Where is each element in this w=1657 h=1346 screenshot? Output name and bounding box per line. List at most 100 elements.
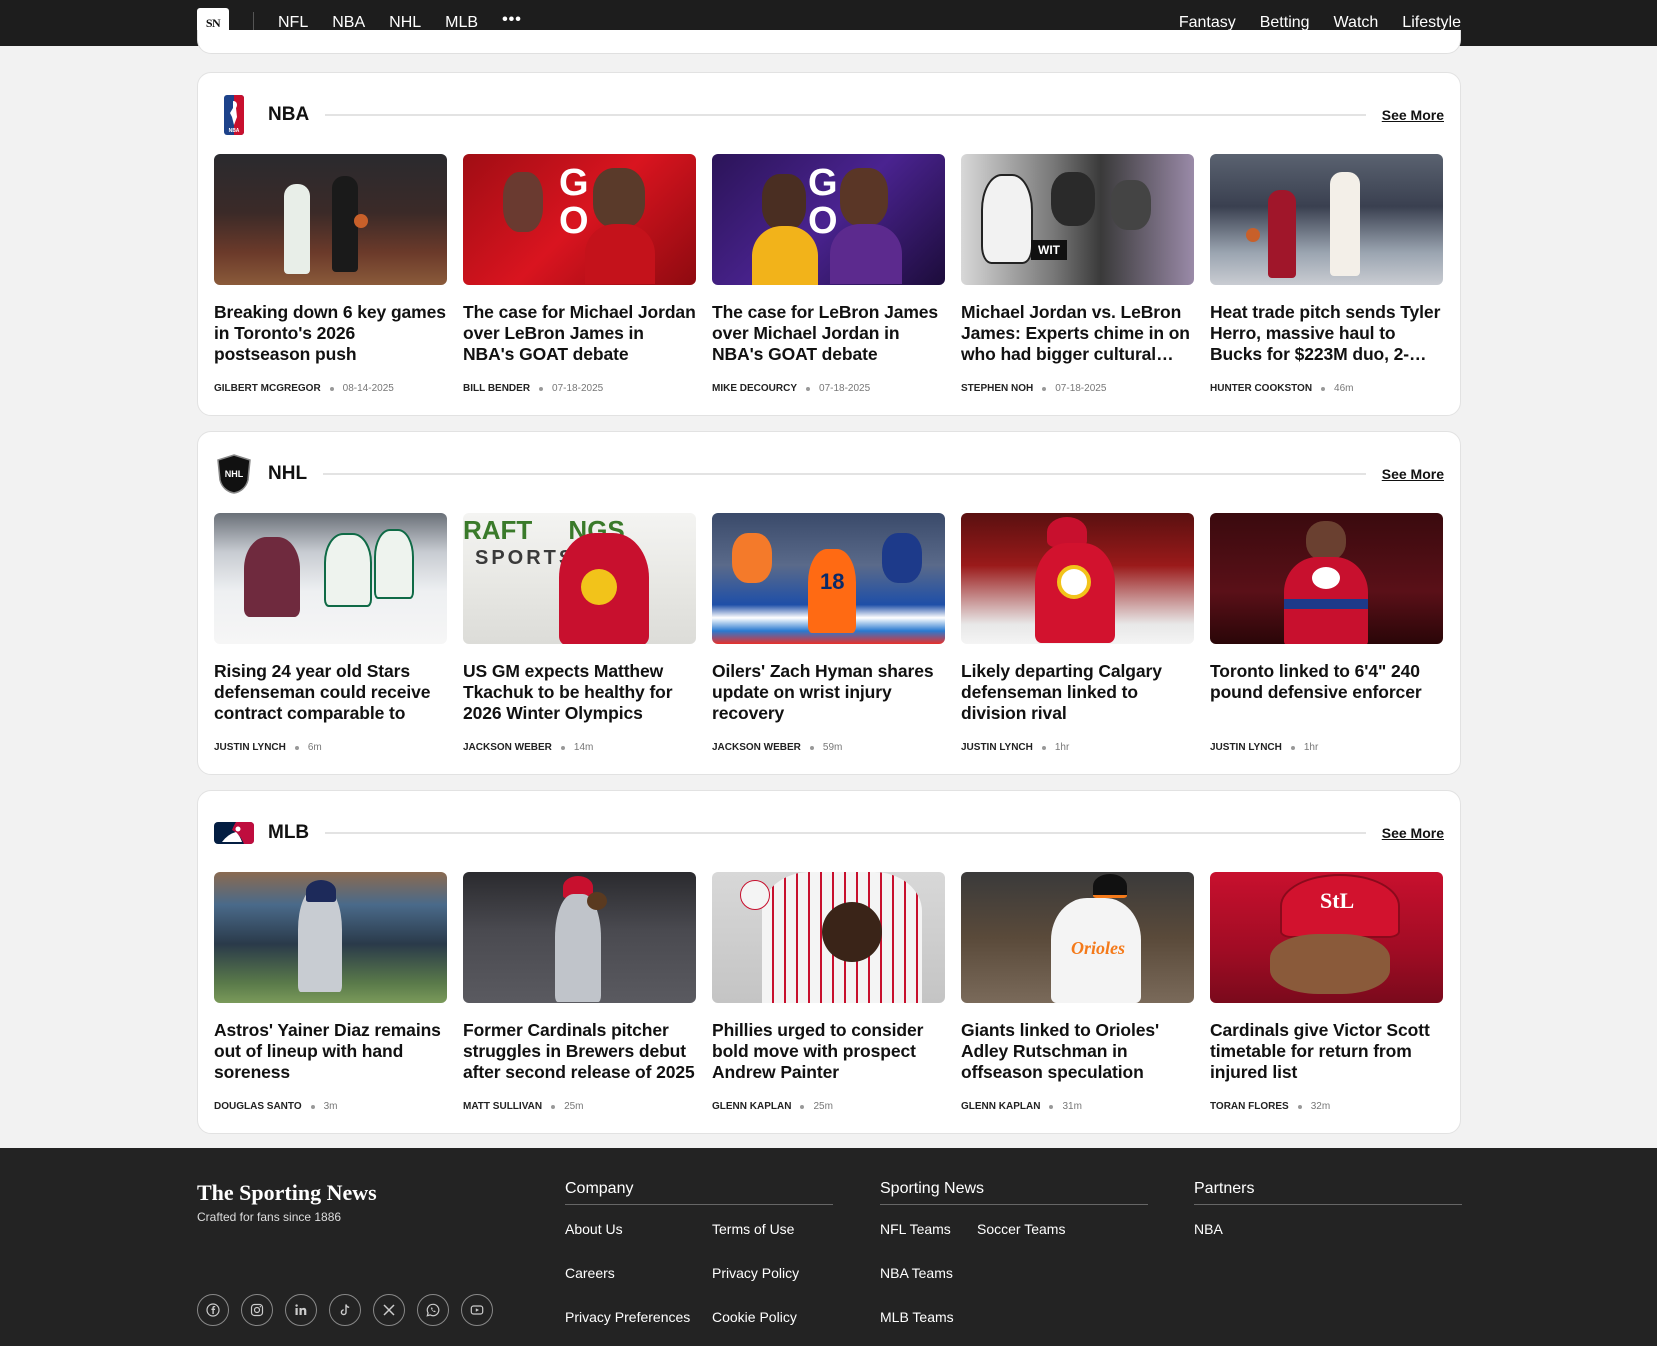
article-author[interactable]: JUSTIN LYNCH bbox=[961, 742, 1033, 753]
article-card[interactable]: Breaking down 6 key games in Toronto's 2… bbox=[214, 154, 447, 394]
article-time: 14m bbox=[573, 742, 594, 753]
article-thumbnail[interactable] bbox=[1210, 513, 1443, 644]
footer-link-nfl-teams[interactable]: NFL Teams bbox=[880, 1221, 951, 1237]
article-author[interactable]: JACKSON WEBER bbox=[712, 742, 801, 753]
article-thumbnail[interactable] bbox=[214, 513, 447, 644]
article-meta: JUSTIN LYNCH 6m bbox=[214, 742, 447, 753]
article-list: Rising 24 year old Stars defenseman coul… bbox=[214, 513, 1443, 753]
footer-link-soccer-teams[interactable]: Soccer Teams bbox=[977, 1221, 1065, 1237]
facebook-icon[interactable] bbox=[197, 1294, 229, 1326]
tiktok-icon[interactable] bbox=[329, 1294, 361, 1326]
article-card[interactable]: Phillies urged to consider bold move wit… bbox=[712, 872, 945, 1112]
article-author[interactable]: JACKSON WEBER bbox=[463, 742, 552, 753]
article-author[interactable]: TORAN FLORES bbox=[1210, 1101, 1289, 1112]
footer-tagline: Crafted for fans since 1886 bbox=[197, 1210, 342, 1224]
see-more-link[interactable]: See More bbox=[1382, 825, 1444, 841]
nhl-section: NHL NHL See More Rising 24 year old Star… bbox=[197, 431, 1461, 775]
instagram-icon[interactable] bbox=[241, 1294, 273, 1326]
article-author[interactable]: MATT SULLIVAN bbox=[463, 1101, 542, 1112]
article-thumbnail[interactable]: GO bbox=[463, 154, 696, 285]
article-thumbnail[interactable] bbox=[214, 872, 447, 1003]
footer-link-privacy-policy[interactable]: Privacy Policy bbox=[712, 1265, 799, 1281]
article-card[interactable]: GO The case for LeBron James over Michae… bbox=[712, 154, 945, 394]
article-title[interactable]: The case for LeBron James over Michael J… bbox=[712, 302, 945, 365]
article-card[interactable]: Likely departing Calgary defenseman link… bbox=[961, 513, 1194, 753]
article-author[interactable]: GLENN KAPLAN bbox=[712, 1101, 791, 1112]
article-card[interactable]: 18 Oilers' Zach Hyman shares update on w… bbox=[712, 513, 945, 753]
article-title[interactable]: Michael Jordan vs. LeBron James: Experts… bbox=[961, 302, 1194, 365]
footer-link-nba-teams[interactable]: NBA Teams bbox=[880, 1265, 953, 1281]
article-title[interactable]: Toronto linked to 6'4" 240 pound defensi… bbox=[1210, 661, 1443, 724]
article-author[interactable]: GLENN KAPLAN bbox=[961, 1101, 1040, 1112]
article-thumbnail[interactable]: RAFT NGS SPORTS bbox=[463, 513, 696, 644]
footer-link-privacy-preferences[interactable]: Privacy Preferences bbox=[565, 1309, 690, 1325]
article-meta: GILBERT MCGREGOR 08-14-2025 bbox=[214, 383, 447, 394]
meta-separator bbox=[1042, 386, 1047, 391]
article-card[interactable]: Rising 24 year old Stars defenseman coul… bbox=[214, 513, 447, 753]
article-time: 25m bbox=[813, 1101, 833, 1112]
article-author[interactable]: GILBERT MCGREGOR bbox=[214, 383, 321, 394]
article-thumbnail[interactable] bbox=[463, 872, 696, 1003]
article-author[interactable]: JUSTIN LYNCH bbox=[214, 742, 286, 753]
article-title[interactable]: Oilers' Zach Hyman shares update on wris… bbox=[712, 661, 945, 724]
x-icon[interactable] bbox=[373, 1294, 405, 1326]
article-title[interactable]: Phillies urged to consider bold move wit… bbox=[712, 1020, 945, 1083]
article-thumbnail[interactable]: StL bbox=[1210, 872, 1443, 1003]
article-card[interactable]: StL Cardinals give Victor Scott timetabl… bbox=[1210, 872, 1443, 1112]
footer-link-mlb-teams[interactable]: MLB Teams bbox=[880, 1309, 954, 1325]
footer-link-careers[interactable]: Careers bbox=[565, 1265, 615, 1281]
footer-link-about-us[interactable]: About Us bbox=[565, 1221, 623, 1237]
article-author[interactable]: HUNTER COOKSTON bbox=[1210, 383, 1312, 394]
article-title[interactable]: Rising 24 year old Stars defenseman coul… bbox=[214, 661, 447, 724]
meta-separator bbox=[539, 386, 544, 391]
footer-link-terms-of-use[interactable]: Terms of Use bbox=[712, 1221, 794, 1237]
article-title[interactable]: Likely departing Calgary defenseman link… bbox=[961, 661, 1194, 724]
article-card[interactable]: WIT Michael Jordan vs. LeBron James: Exp… bbox=[961, 154, 1194, 394]
article-thumbnail[interactable] bbox=[961, 513, 1194, 644]
article-title[interactable]: Giants linked to Orioles' Adley Rutschma… bbox=[961, 1020, 1194, 1083]
mlb-logo-icon bbox=[214, 811, 254, 855]
article-card[interactable]: Astros' Yainer Diaz remains out of lineu… bbox=[214, 872, 447, 1112]
article-thumbnail[interactable] bbox=[214, 154, 447, 285]
article-card[interactable]: Heat trade pitch sends Tyler Herro, mass… bbox=[1210, 154, 1443, 394]
article-card[interactable]: Former Cardinals pitcher struggles in Br… bbox=[463, 872, 696, 1112]
footer-link-cookie-policy[interactable]: Cookie Policy bbox=[712, 1309, 797, 1325]
article-title[interactable]: Astros' Yainer Diaz remains out of lineu… bbox=[214, 1020, 447, 1083]
see-more-link[interactable]: See More bbox=[1382, 107, 1444, 123]
article-title[interactable]: Former Cardinals pitcher struggles in Br… bbox=[463, 1020, 696, 1083]
article-meta: JACKSON WEBER 14m bbox=[463, 742, 696, 753]
mlb-section: MLB See More Astros' Yainer Diaz remains… bbox=[197, 790, 1461, 1134]
article-thumbnail[interactable]: 18 bbox=[712, 513, 945, 644]
article-thumbnail[interactable] bbox=[712, 872, 945, 1003]
article-author[interactable]: MIKE DECOURCY bbox=[712, 383, 797, 394]
article-author[interactable]: BILL BENDER bbox=[463, 383, 530, 394]
article-thumbnail[interactable]: GO bbox=[712, 154, 945, 285]
site-footer: The Sporting News Crafted for fans since… bbox=[0, 1148, 1657, 1346]
article-title[interactable]: The case for Michael Jordan over LeBron … bbox=[463, 302, 696, 365]
article-card[interactable]: Orioles Giants linked to Orioles' Adley … bbox=[961, 872, 1194, 1112]
footer-column-company: Company About Us Terms of Use Careers Pr… bbox=[565, 1180, 833, 1325]
footer-link-nba[interactable]: NBA bbox=[1194, 1221, 1223, 1237]
article-author[interactable]: STEPHEN NOH bbox=[961, 383, 1033, 394]
article-author[interactable]: JUSTIN LYNCH bbox=[1210, 742, 1282, 753]
footer-brand[interactable]: The Sporting News bbox=[197, 1180, 377, 1206]
article-card[interactable]: Toronto linked to 6'4" 240 pound defensi… bbox=[1210, 513, 1443, 753]
svg-text:NHL: NHL bbox=[225, 469, 244, 479]
article-author[interactable]: DOUGLAS SANTO bbox=[214, 1101, 302, 1112]
article-card[interactable]: RAFT NGS SPORTS US GM expects Matthew Tk… bbox=[463, 513, 696, 753]
article-title[interactable]: US GM expects Matthew Tkachuk to be heal… bbox=[463, 661, 696, 724]
article-title[interactable]: Heat trade pitch sends Tyler Herro, mass… bbox=[1210, 302, 1443, 365]
article-thumbnail[interactable]: Orioles bbox=[961, 872, 1194, 1003]
whatsapp-icon[interactable] bbox=[417, 1294, 449, 1326]
article-meta: JACKSON WEBER 59m bbox=[712, 742, 945, 753]
article-thumbnail[interactable]: WIT bbox=[961, 154, 1194, 285]
see-more-link[interactable]: See More bbox=[1382, 466, 1444, 482]
article-title[interactable]: Cardinals give Victor Scott timetable fo… bbox=[1210, 1020, 1443, 1083]
article-card[interactable]: GO The case for Michael Jordan over LeBr… bbox=[463, 154, 696, 394]
more-menu-button[interactable]: ••• bbox=[502, 11, 522, 29]
article-title[interactable]: Breaking down 6 key games in Toronto's 2… bbox=[214, 302, 447, 365]
youtube-icon[interactable] bbox=[461, 1294, 493, 1326]
article-time: 31m bbox=[1062, 1101, 1082, 1112]
article-thumbnail[interactable] bbox=[1210, 154, 1443, 285]
linkedin-icon[interactable] bbox=[285, 1294, 317, 1326]
